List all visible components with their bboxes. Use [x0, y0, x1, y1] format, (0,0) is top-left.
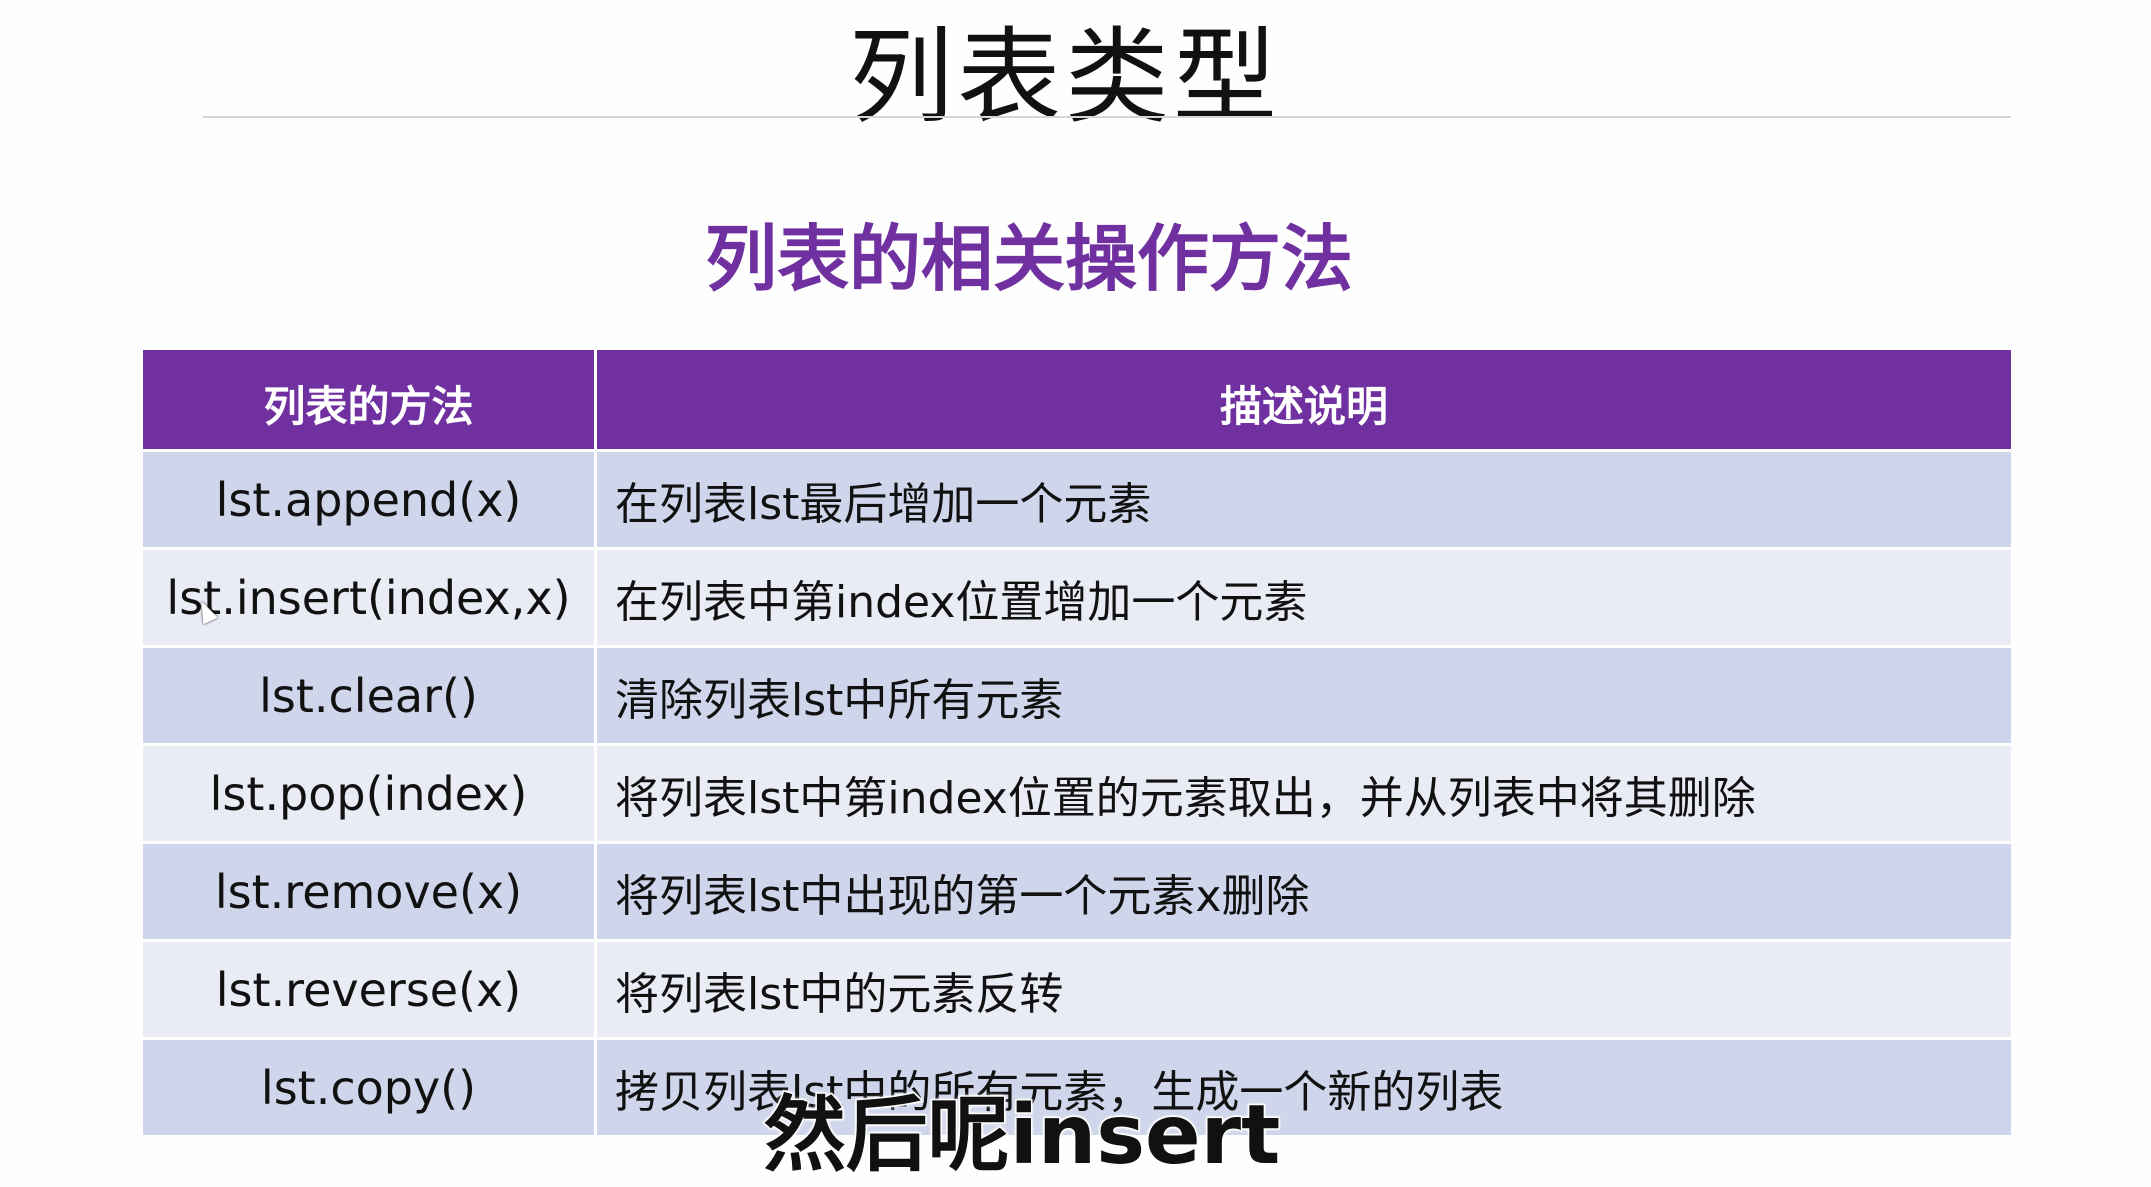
method-cell: lst.remove(x) [143, 844, 597, 939]
description-cell: 清除列表lst中所有元素 [597, 648, 2011, 743]
title-divider [203, 116, 2011, 118]
slide-title: 列表类型 [848, 16, 1281, 138]
table-header-row: 列表的方法 描述说明 [143, 350, 2011, 449]
method-cell: lst.append(x) [143, 452, 597, 547]
method-cell: lst.reverse(x) [143, 942, 597, 1037]
slide-subtitle: 列表的相关操作方法 [704, 217, 1353, 301]
description-cell: 将列表lst中出现的第一个元素x删除 [597, 844, 2011, 939]
description-cell: 在列表中第index位置增加一个元素 [597, 550, 2011, 645]
video-subtitle-caption: 然后呢insert [762, 1087, 1282, 1185]
description-cell: 在列表lst最后增加一个元素 [597, 452, 2011, 547]
method-cell: lst.clear() [143, 648, 597, 743]
methods-table: 列表的方法 描述说明 lst.append(x) 在列表lst最后增加一个元素 l… [143, 347, 2011, 1138]
table-row: lst.reverse(x) 将列表lst中的元素反转 [143, 942, 2011, 1037]
table-row: lst.clear() 清除列表lst中所有元素 [143, 648, 2011, 743]
method-cell: lst.pop(index) [143, 746, 597, 841]
table-row: lst.insert(index,x) 在列表中第index位置增加一个元素 [143, 550, 2011, 645]
table-row: lst.pop(index) 将列表lst中第index位置的元素取出，并从列表中… [143, 746, 2011, 841]
header-method: 列表的方法 [143, 350, 597, 449]
description-cell: 将列表lst中的元素反转 [597, 942, 2011, 1037]
method-cell: lst.insert(index,x) [143, 550, 597, 645]
table-row: lst.append(x) 在列表lst最后增加一个元素 [143, 452, 2011, 547]
header-description: 描述说明 [597, 350, 2011, 449]
description-cell: 将列表lst中第index位置的元素取出，并从列表中将其删除 [597, 746, 2011, 841]
table-row: lst.remove(x) 将列表lst中出现的第一个元素x删除 [143, 844, 2011, 939]
